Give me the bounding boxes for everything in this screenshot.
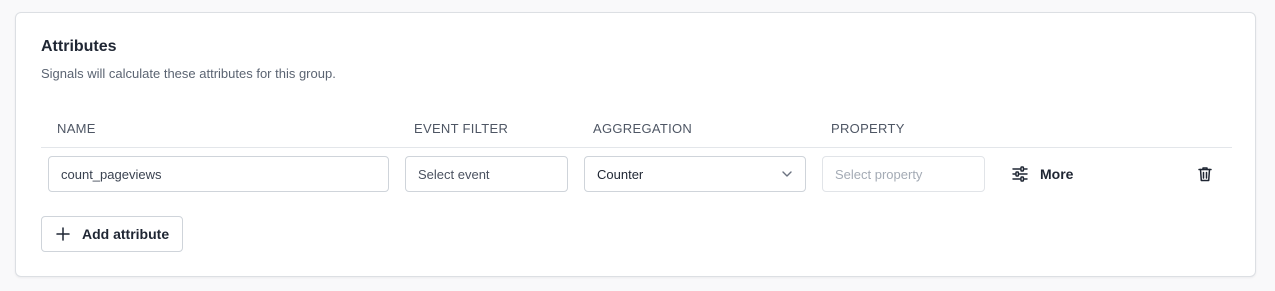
property-select[interactable]: Select property xyxy=(822,156,985,192)
section-subtitle: Signals will calculate these attributes … xyxy=(41,66,336,81)
aggregation-value: Counter xyxy=(597,166,644,182)
section-title: Attributes xyxy=(41,38,117,55)
more-label: More xyxy=(1040,166,1074,182)
table-header: NAME EVENT FILTER AGGREGATION PROPERTY xyxy=(41,111,1232,148)
add-attribute-label: Add attribute xyxy=(82,226,170,242)
chevron-down-icon xyxy=(782,171,792,177)
name-input[interactable]: count_pageviews xyxy=(48,156,389,192)
add-attribute-button[interactable]: Add attribute xyxy=(41,216,184,252)
trash-icon[interactable] xyxy=(1196,165,1214,183)
column-header-property: PROPERTY xyxy=(831,121,905,136)
event-filter-select[interactable]: Select event xyxy=(405,156,568,192)
column-header-aggregation: AGGREGATION xyxy=(593,121,693,136)
attributes-card: Attributes Signals will calculate these … xyxy=(15,12,1256,277)
column-header-name: NAME xyxy=(57,121,96,136)
more-button[interactable]: More xyxy=(1012,163,1073,185)
plus-icon xyxy=(56,227,70,241)
column-header-event-filter: EVENT FILTER xyxy=(414,121,509,136)
aggregation-select[interactable]: Counter xyxy=(584,156,806,192)
sliders-icon xyxy=(1012,166,1028,182)
